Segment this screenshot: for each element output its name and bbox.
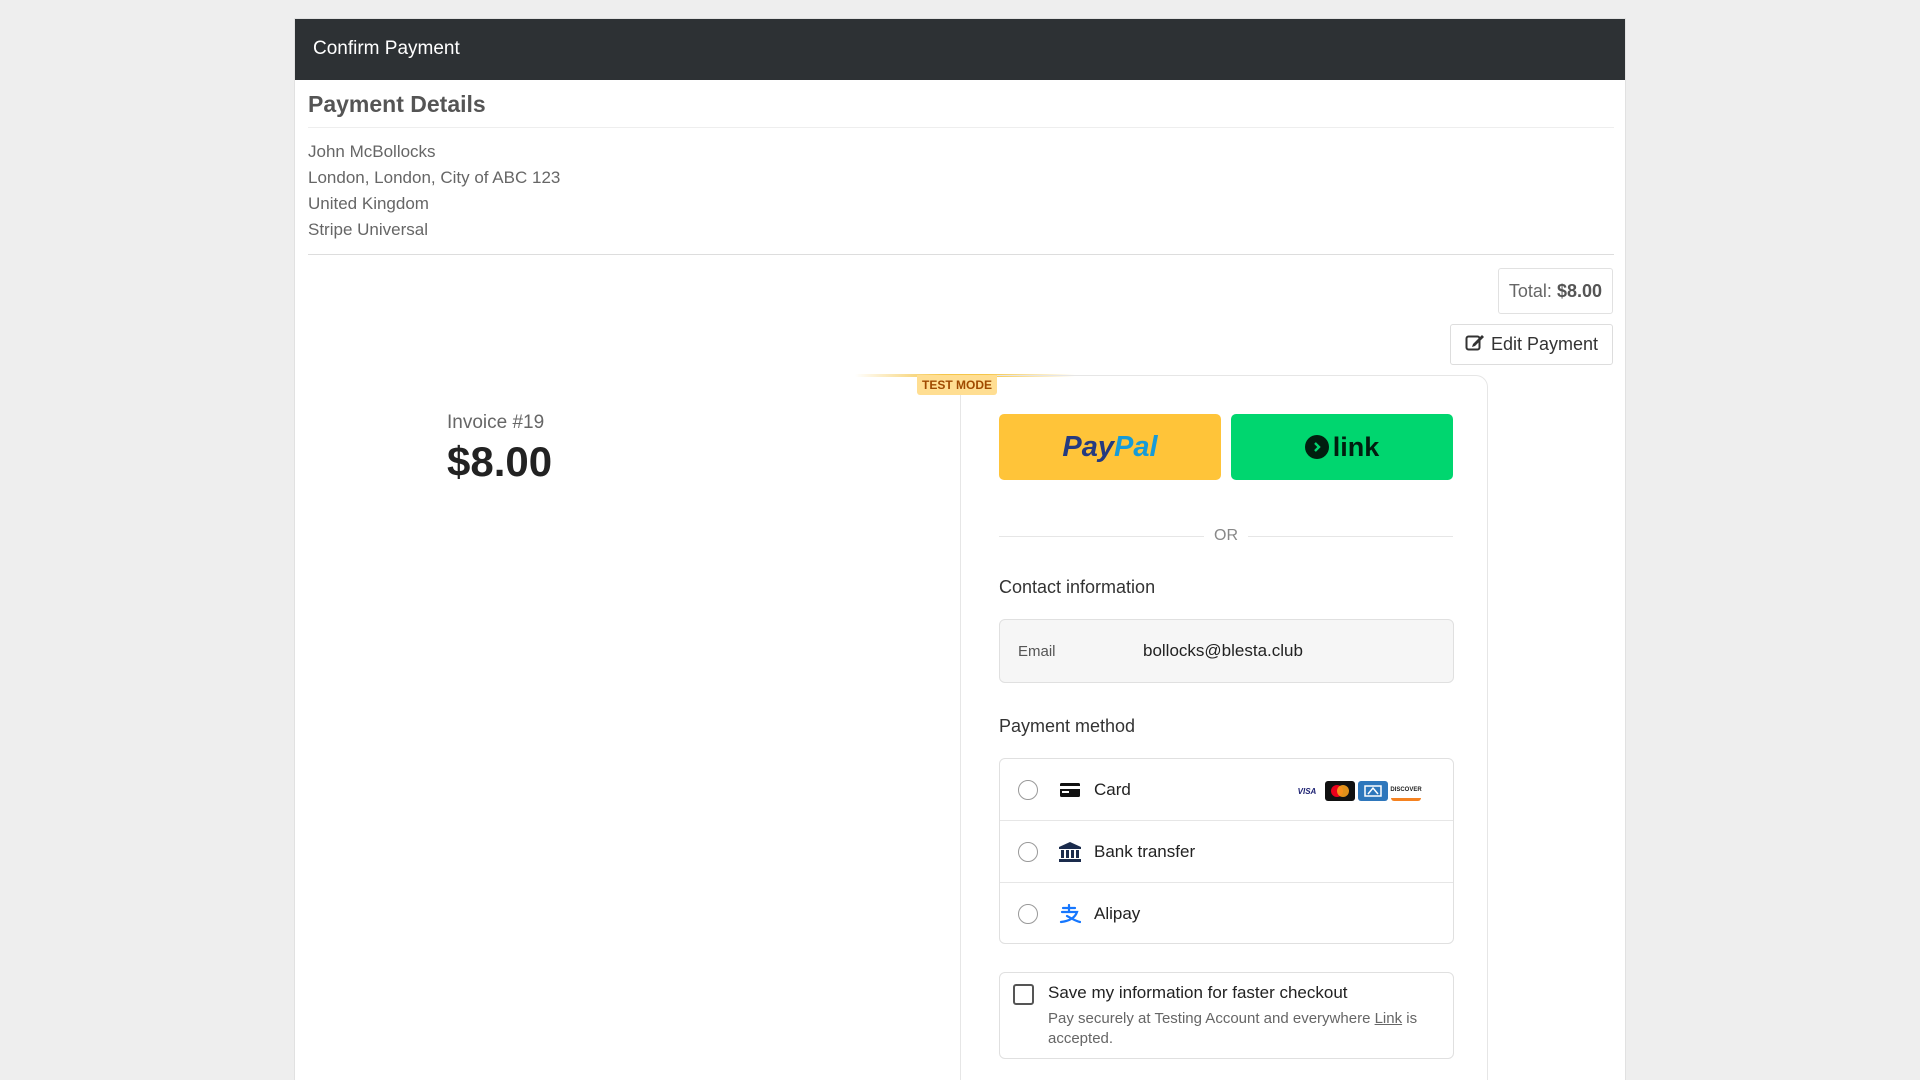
payment-method-label: Alipay (1094, 903, 1141, 923)
test-mode-badge: TEST MODE (917, 375, 998, 395)
email-field[interactable]: Email bollocks@blesta.club (999, 619, 1454, 683)
save-info-description: Pay securely at Testing Account and ever… (1048, 1009, 1438, 1049)
radio-button[interactable] (1018, 903, 1038, 924)
save-desc-text: Pay securely at Testing Account and ever… (1048, 1010, 1375, 1027)
address-line: John McBollocks (308, 142, 436, 161)
email-value: bollocks@blesta.club (1143, 641, 1303, 660)
alipay-icon (1058, 902, 1082, 926)
payment-method-label: Bank transfer (1094, 841, 1196, 861)
payment-method-title: Payment method (999, 716, 1136, 736)
payment-method-bank-transfer[interactable]: Bank transfer (1000, 821, 1453, 882)
divider (308, 127, 1614, 128)
paypal-button[interactable]: Pay Pal (999, 414, 1221, 480)
link-label: link (1332, 431, 1380, 462)
payment-method-card[interactable]: Card VISA DISCOVER (1000, 759, 1453, 820)
link-button[interactable]: link (1231, 414, 1453, 480)
divider (308, 254, 1614, 255)
paypal-logo-part: Pal (1114, 430, 1158, 463)
total-label: Total: (1508, 281, 1552, 301)
address-block: John McBollocks London, London, City of … (308, 139, 560, 243)
panel-header: Confirm Payment (295, 19, 1625, 80)
contact-title: Contact information (999, 577, 1156, 597)
link-arrow-icon (1304, 435, 1329, 459)
radio-button[interactable] (1018, 841, 1038, 862)
edit-payment-button[interactable]: Edit Payment (1449, 324, 1613, 365)
link-info-link[interactable]: Link (1375, 1010, 1403, 1027)
divider (1248, 535, 1453, 537)
email-label: Email (1018, 642, 1056, 660)
invoice-amount: $8.00 (447, 438, 553, 485)
payment-method-list: Card VISA DISCOVER Bank transfer Alipay (999, 758, 1454, 944)
total-box: Total: $8.00 (1497, 268, 1613, 314)
visa-logo: VISA (1292, 781, 1322, 801)
save-info-title: Save my information for faster checkout (1048, 983, 1348, 1002)
radio-button[interactable] (1018, 779, 1038, 800)
paypal-logo-part: Pay (1062, 430, 1115, 463)
or-text: OR (1214, 527, 1238, 544)
payment-method-label: Card (1094, 779, 1131, 799)
invoice-label: Invoice #19 (447, 412, 545, 433)
payment-method-alipay[interactable]: Alipay (1000, 883, 1453, 944)
or-divider: OR (999, 526, 1453, 546)
edit-icon (1465, 333, 1485, 356)
bank-icon (1058, 840, 1082, 864)
section-title: Payment Details (308, 91, 486, 117)
payment-panel: Confirm Payment Payment Details John McB… (294, 18, 1626, 1080)
address-line: London, London, City of ABC 123 (308, 168, 561, 187)
divider (999, 535, 1204, 537)
address-line: Stripe Universal (308, 220, 428, 239)
amex-logo (1358, 781, 1388, 801)
total-value: $8.00 (1556, 281, 1602, 301)
discover-logo: DISCOVER (1390, 781, 1422, 801)
edit-payment-label: Edit Payment (1490, 334, 1598, 354)
mastercard-logo (1325, 781, 1355, 801)
card-brands: VISA DISCOVER (1292, 781, 1422, 801)
save-info-box: Save my information for faster checkout … (999, 972, 1454, 1059)
address-line: United Kingdom (308, 194, 429, 213)
card-icon (1058, 778, 1082, 802)
save-info-checkbox[interactable] (1013, 984, 1034, 1005)
